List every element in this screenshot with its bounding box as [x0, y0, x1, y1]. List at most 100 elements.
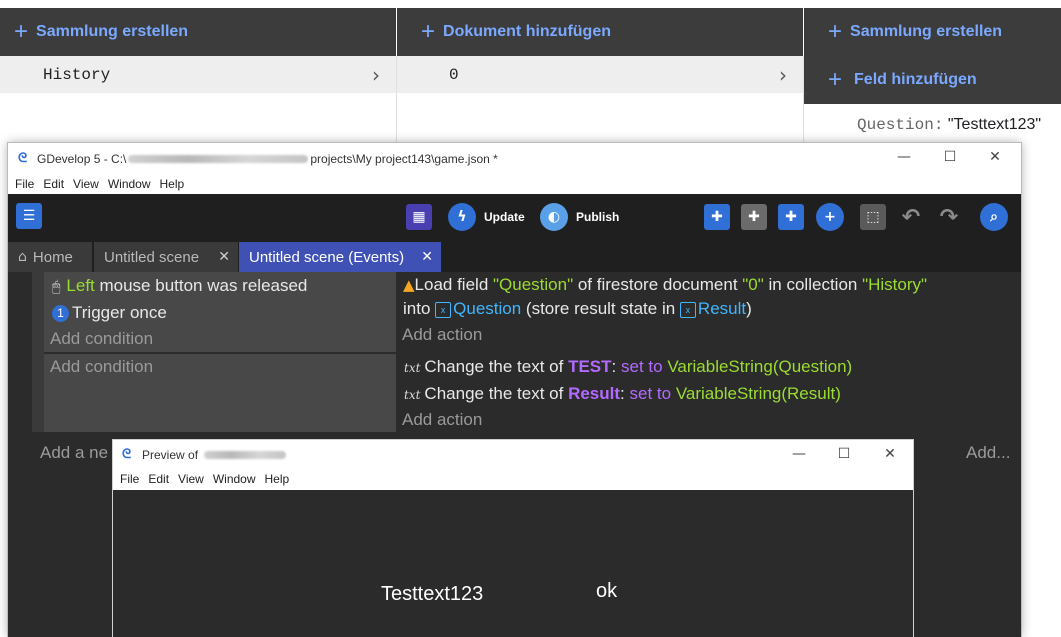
trigger-once-icon: 1	[52, 305, 69, 322]
gdevelop-logo-icon: ᘓ	[122, 446, 132, 461]
update-label: Update	[484, 210, 525, 224]
event-gutter	[32, 272, 44, 432]
add-field-button[interactable]: + Feld hinzufügen	[804, 56, 1061, 104]
tab-home-label: Home	[32, 248, 73, 266]
game-text-test: Testtext123	[381, 583, 484, 605]
tab-untitled-scene[interactable]: Untitled scene ✕	[94, 242, 238, 272]
chevron-right-icon: ›	[372, 63, 380, 87]
document-item-label: 0	[449, 65, 459, 84]
add-document-label: Dokument hinzufügen	[443, 23, 611, 40]
home-icon: ⌂	[18, 249, 27, 265]
text-icon: txt	[404, 361, 421, 375]
plus-icon: +	[828, 66, 843, 93]
action-load-field-line2[interactable]: into x Question (store result state in xR…	[403, 299, 752, 319]
redacted-name	[204, 451, 287, 459]
column-separator	[803, 8, 804, 56]
variable-icon: x	[679, 302, 696, 318]
action-change-text-test[interactable]: txt Change the text of TEST: set to Varia…	[404, 357, 852, 377]
create-collection-label: Sammlung erstellen	[36, 23, 189, 40]
toolbar: ☰ ▦ ϟ Update ◐ Publish ✚ ✚ ✚ + ⬚ ↶ ↷ ⌕	[8, 194, 1021, 240]
menu-file[interactable]: File	[15, 177, 34, 191]
add-condition-link[interactable]: Add condition	[50, 329, 153, 349]
add-subevent-button[interactable]: ✚	[741, 204, 767, 230]
project-manager-button[interactable]: ☰	[16, 203, 42, 229]
add-new-event-link[interactable]: Add a ne	[40, 443, 108, 463]
create-collection-button[interactable]: + Sammlung erstellen	[0, 8, 396, 56]
gdevelop-logo-icon: ᘓ	[18, 150, 28, 165]
column-divider	[396, 56, 397, 146]
menu-file[interactable]: File	[120, 472, 139, 486]
window-title: GDevelop 5 - C:\ projects\My project143\…	[37, 152, 498, 166]
field-value: "Testtext123"	[947, 116, 1042, 133]
close-tab-icon[interactable]: ✕	[218, 249, 230, 265]
preview-title: Preview of	[142, 448, 288, 462]
menu-edit[interactable]: Edit	[43, 177, 64, 191]
add-action-link[interactable]: Add action	[402, 325, 482, 345]
background-strip	[0, 585, 8, 637]
menu-window[interactable]: Window	[213, 472, 256, 486]
minimize-button[interactable]: —	[787, 444, 811, 464]
plus-circle-icon: +	[816, 203, 844, 231]
add-event-button[interactable]: ✚	[704, 204, 730, 230]
undo-button[interactable]: ↶	[898, 204, 924, 230]
add-subevent-icon: ✚	[741, 204, 767, 230]
redo-icon: ↷	[939, 204, 959, 230]
variable-icon: x	[435, 302, 452, 318]
delete-button[interactable]: ⬚	[860, 204, 886, 230]
action-load-field[interactable]: ▲Load field "Question" of firestore docu…	[403, 275, 927, 295]
add-field-label: Feld hinzufügen	[854, 71, 977, 88]
menu-help[interactable]: Help	[160, 177, 185, 191]
create-subcollection-button[interactable]: + Sammlung erstellen	[804, 8, 1061, 56]
document-field-question: Question: "Testtext123"	[857, 116, 1041, 134]
column-separator	[396, 8, 397, 56]
menu-edit[interactable]: Edit	[148, 472, 169, 486]
maximize-button[interactable]: ☐	[832, 444, 856, 464]
condition-trigger-once[interactable]: 1 Trigger once	[52, 303, 167, 323]
undo-icon: ↶	[901, 204, 921, 230]
firebase-icon: ▲	[403, 276, 415, 294]
menu-view[interactable]: View	[178, 472, 204, 486]
chip-icon: ▦	[406, 204, 432, 230]
text-icon: txt	[404, 388, 421, 402]
preview-menu-bar: File Edit View Window Help	[113, 468, 913, 490]
redo-button[interactable]: ↷	[936, 204, 962, 230]
document-item-0[interactable]: 0 ›	[397, 56, 803, 93]
add-other-button[interactable]: +	[816, 203, 844, 231]
publish-button[interactable]: ◐ Publish	[540, 203, 619, 231]
search-button[interactable]: ⌕	[980, 203, 1008, 231]
tab-events-label: Untitled scene (Events)	[249, 248, 405, 266]
top-strip	[0, 0, 1061, 8]
action-change-text-result[interactable]: txt Change the text of Result: set to Var…	[404, 384, 841, 404]
tab-scene-label: Untitled scene	[104, 248, 200, 266]
add-condition-link[interactable]: Add condition	[50, 357, 153, 377]
tab-scene-events[interactable]: Untitled scene (Events) ✕	[239, 242, 441, 272]
menu-bar: File Edit View Window Help	[8, 173, 1021, 194]
plus-icon: +	[421, 18, 436, 45]
redacted-path	[128, 155, 309, 163]
debug-button[interactable]: ▦	[406, 204, 432, 230]
close-button[interactable]: ✕	[983, 147, 1007, 167]
create-subcollection-label: Sammlung erstellen	[850, 23, 1003, 40]
maximize-button[interactable]: ☐	[938, 147, 962, 167]
menu-help[interactable]: Help	[265, 472, 290, 486]
add-comment-button[interactable]: ✚	[778, 204, 804, 230]
add-action-link[interactable]: Add action	[402, 410, 482, 430]
menu-window[interactable]: Window	[108, 177, 151, 191]
menu-view[interactable]: View	[73, 177, 99, 191]
close-tab-icon[interactable]: ✕	[421, 249, 433, 265]
add-other-link[interactable]: Add...	[966, 443, 1010, 463]
tab-home[interactable]: ⌂ Home	[8, 242, 92, 272]
minimize-button[interactable]: —	[892, 147, 916, 167]
chevron-right-icon: ›	[779, 63, 787, 87]
project-list-icon: ☰	[16, 203, 42, 229]
globe-icon: ◐	[540, 203, 568, 231]
condition-mouse-released[interactable]: 🖱 Left mouse button was released	[52, 276, 307, 296]
delete-selection-icon: ⬚	[860, 204, 886, 230]
search-icon: ⌕	[980, 203, 1008, 231]
collection-item-history[interactable]: History ›	[0, 56, 396, 93]
preview-title-bar: ᘓ Preview of — ☐ ✕	[113, 440, 913, 468]
add-comment-icon: ✚	[778, 204, 804, 230]
update-button[interactable]: ϟ Update	[448, 203, 525, 231]
add-document-button[interactable]: + Dokument hinzufügen	[397, 8, 803, 56]
close-button[interactable]: ✕	[878, 444, 902, 464]
